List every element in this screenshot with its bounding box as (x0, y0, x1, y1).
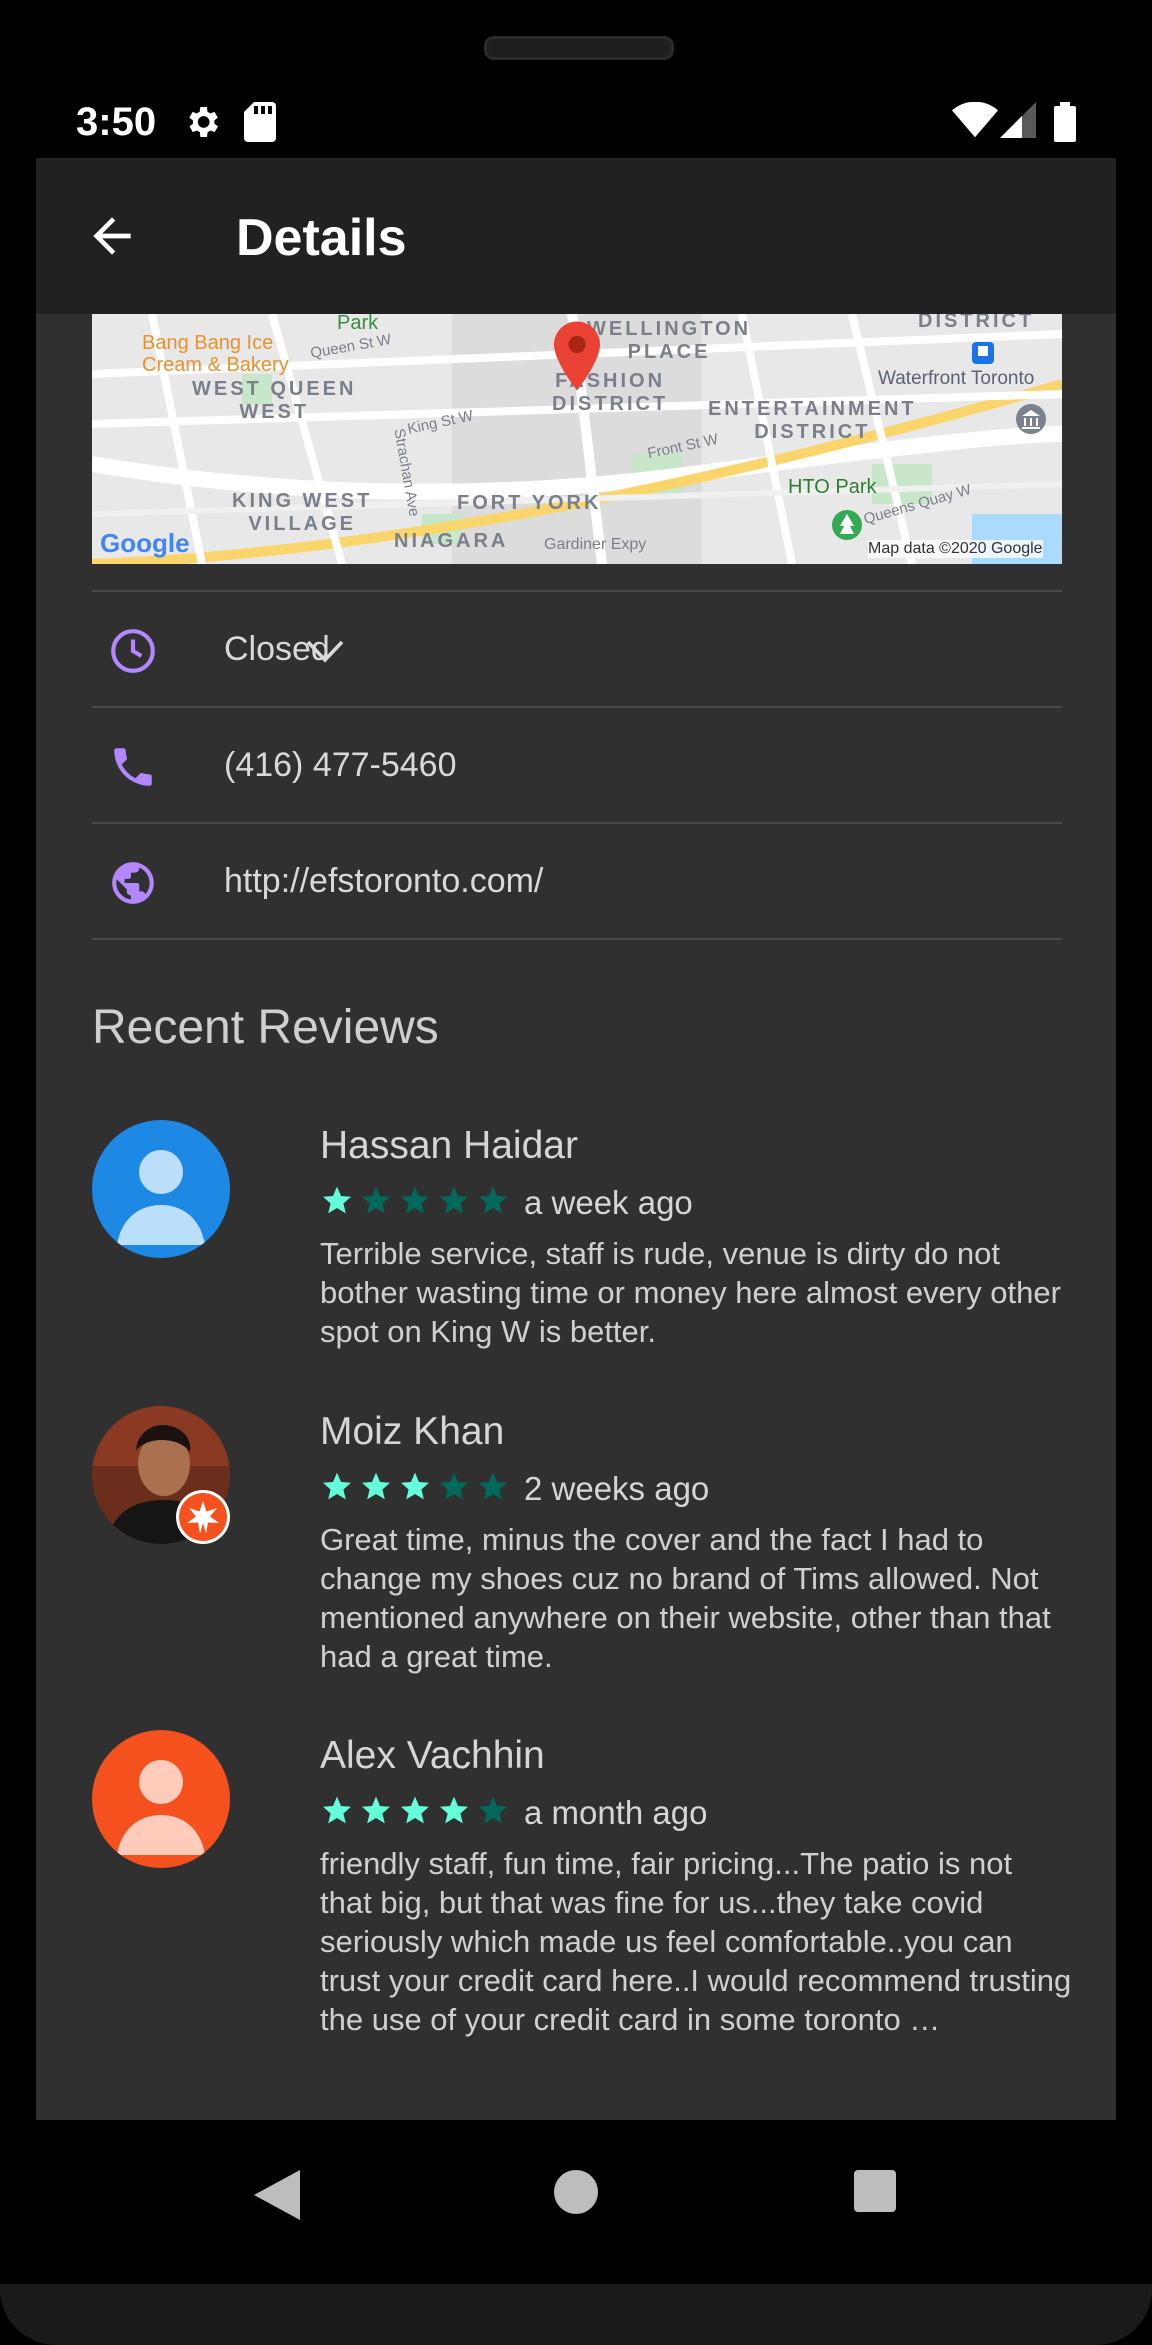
review-time: 2 weeks ago (524, 1470, 710, 1507)
map-label-west-queen-west: WEST QUEEN WEST (192, 378, 357, 423)
star-rating (320, 1184, 515, 1224)
signal-icon (1000, 102, 1036, 143)
star-icon (323, 1796, 351, 1824)
map-pin-icon[interactable] (554, 320, 600, 392)
clock-icon (111, 629, 155, 673)
map-label-entertainment-district: ENTERTAINMENT DISTRICT (708, 398, 917, 443)
system-navigation-bar (36, 2120, 1116, 2284)
location-map[interactable]: Bang Bang Ice Cream & Bakery Park Queen … (92, 314, 1062, 564)
phone-row[interactable]: (416) 477-5460 (92, 706, 1062, 824)
battery-icon (1054, 102, 1076, 147)
hours-row[interactable]: Closed (92, 590, 1062, 708)
review-item: Moiz Khan 2 weeks ago Great time, minus … (92, 1406, 1062, 1686)
review-item: Alex Vachhin a month ago friendly staff,… (92, 1730, 1071, 2037)
museum-marker-icon (1016, 404, 1046, 434)
chevron-down-icon[interactable] (306, 640, 344, 664)
map-label-king-west-village: KING WEST VILLAGE (232, 490, 373, 535)
app-bar: Details (36, 158, 1116, 314)
status-bar: 3:50 (36, 92, 1116, 160)
review-time: a month ago (524, 1794, 708, 1831)
website-link[interactable]: http://efstoronto.com/ (224, 862, 543, 901)
transit-marker-icon (972, 342, 994, 364)
star-icon (440, 1796, 468, 1824)
star-icon (479, 1796, 507, 1824)
phone-frame: 3:50 Details Bang Bang Ice Cream & Baker… (0, 0, 1152, 2345)
star-icon (362, 1472, 390, 1500)
map-label-fort-york: FORT YORK (457, 492, 602, 514)
back-button[interactable] (84, 208, 140, 264)
star-icon (440, 1472, 468, 1500)
map-attribution: Map data ©2020 Google (868, 540, 1043, 558)
star-rating (320, 1794, 515, 1834)
review-item: Hassan Haidar a week ago Terrible servic… (92, 1120, 1062, 1360)
star-rating (320, 1470, 515, 1510)
nav-home-button[interactable] (554, 2170, 598, 2219)
star-icon (323, 1186, 351, 1214)
map-label-wellington-place: WELLINGTON PLACE (587, 318, 752, 363)
wifi-icon (952, 101, 998, 143)
map-label-gardiner: Gardiner Expy (544, 536, 647, 553)
star-icon (362, 1186, 390, 1214)
star-icon (401, 1796, 429, 1824)
review-text: Great time, minus the cover and the fact… (320, 1522, 1051, 1674)
square-recents-icon (854, 2170, 896, 2212)
recent-reviews-title: Recent Reviews (92, 1001, 439, 1054)
avatar[interactable] (92, 1120, 230, 1258)
reviewer-name[interactable]: Moiz Khan (320, 1410, 504, 1454)
star-icon (362, 1796, 390, 1824)
park-marker-icon (832, 510, 862, 540)
google-logo: Google (100, 528, 190, 558)
phone-icon (114, 748, 152, 786)
website-row[interactable]: http://efstoronto.com/ (92, 822, 1062, 940)
reviewer-name[interactable]: Alex Vachhin (320, 1734, 545, 1778)
review-text: friendly staff, fun time, fair pricing..… (320, 1846, 1072, 2037)
review-text: Terrible service, staff is rude, venue i… (320, 1236, 1061, 1349)
map-label-waterfront: Waterfront Toronto (878, 368, 1035, 389)
bottom-bezel (0, 2284, 1152, 2345)
user-placeholder-icon (117, 1150, 205, 1245)
settings-icon (182, 102, 222, 147)
map-label-hto-park: HTO Park (788, 476, 877, 498)
nav-back-button[interactable] (254, 2170, 300, 2225)
review-time: a week ago (524, 1184, 693, 1221)
map-label-bakery: Bang Bang Ice Cream & Bakery (142, 332, 289, 376)
app-screen: Details Bang Bang Ice Cream & Bakery Par… (36, 158, 1116, 2120)
triangle-back-icon (254, 2170, 300, 2220)
star-icon (401, 1472, 429, 1500)
sd-card-icon (244, 102, 276, 147)
avatar[interactable] (92, 1730, 230, 1868)
star-icon (440, 1186, 468, 1214)
star-icon (323, 1472, 351, 1500)
map-label-niagara: NIAGARA (394, 530, 509, 552)
status-time: 3:50 (76, 100, 157, 144)
star-icon (401, 1186, 429, 1214)
page-title: Details (236, 209, 407, 267)
arrow-back-icon (93, 217, 131, 255)
reviewer-name[interactable]: Hassan Haidar (320, 1124, 578, 1168)
user-placeholder-icon (117, 1760, 205, 1855)
star-icon (479, 1472, 507, 1500)
map-label-district: DISTRICT (918, 314, 1035, 332)
phone-number: (416) 477-5460 (224, 746, 457, 784)
circle-home-icon (554, 2170, 598, 2214)
star-icon (479, 1186, 507, 1214)
globe-icon (112, 862, 154, 904)
nav-recents-button[interactable] (854, 2170, 896, 2217)
map-label-park: Park (337, 314, 379, 334)
earpiece-speaker (484, 36, 674, 60)
local-guide-badge (176, 1490, 230, 1544)
local-guide-star-icon (179, 1493, 227, 1541)
